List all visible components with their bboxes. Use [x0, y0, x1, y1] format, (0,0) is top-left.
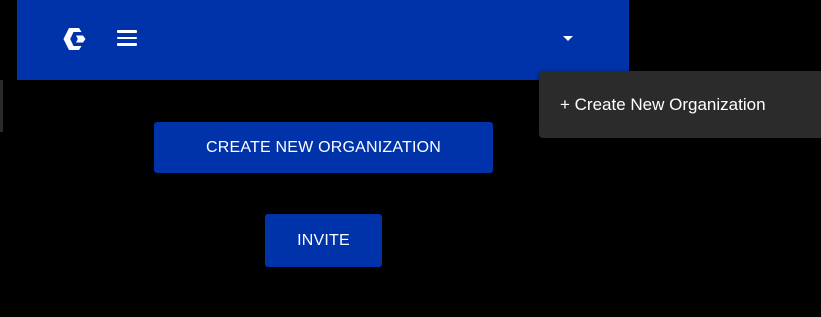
top-app-bar	[17, 0, 629, 80]
graco-logo-icon[interactable]	[61, 27, 87, 51]
hamburger-menu-icon[interactable]	[117, 28, 139, 48]
organization-dropdown-menu: + Create New Organization	[539, 71, 821, 138]
caret-down-icon[interactable]	[563, 36, 573, 41]
create-new-organization-button[interactable]: CREATE NEW ORGANIZATION	[154, 122, 493, 173]
create-new-organization-menu-item[interactable]: + Create New Organization	[560, 95, 766, 115]
invite-button[interactable]: INVITE	[265, 214, 382, 267]
side-panel-edge	[0, 80, 3, 132]
page: + Create New Organization CREATE NEW ORG…	[0, 0, 821, 317]
